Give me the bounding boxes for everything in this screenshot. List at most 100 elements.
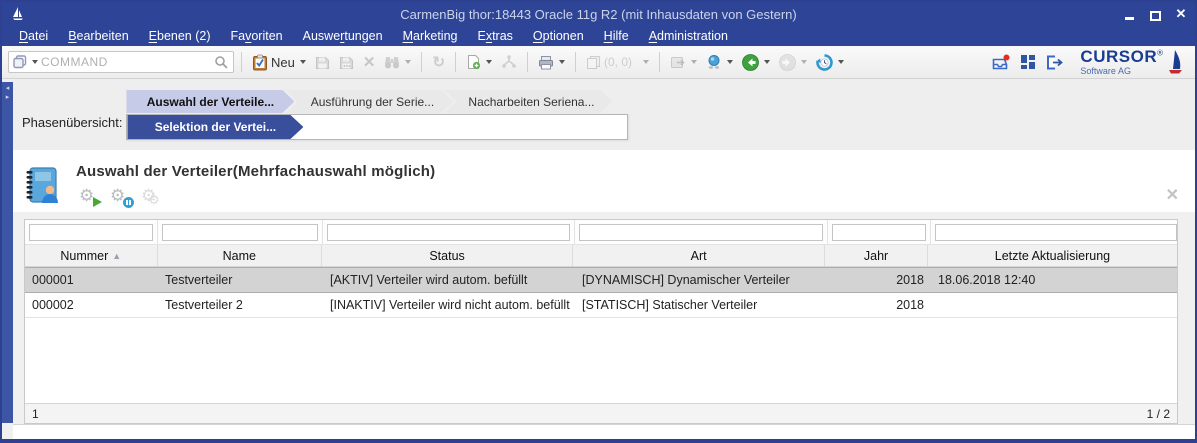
user-context-button[interactable]	[703, 51, 736, 73]
user-dropdown-caret[interactable]	[727, 60, 733, 64]
menu-item-extras[interactable]: Extras	[468, 28, 521, 44]
copies-dropdown-caret[interactable]	[643, 60, 649, 64]
search-icon[interactable]	[214, 55, 229, 70]
gear-double-button[interactable]: ⚙ ⚙	[141, 186, 163, 208]
table-row[interactable]: 000002Testverteiler 2[INAKTIV] Verteiler…	[25, 293, 1177, 318]
table-cell[interactable]: 2018	[828, 268, 931, 292]
column-header-nummer[interactable]: Nummer▲	[25, 245, 158, 266]
table-row[interactable]: 000001Testverteiler[AKTIV] Verteiler wir…	[25, 267, 1177, 293]
column-header-art[interactable]: Art	[573, 245, 825, 266]
filter-cell	[158, 220, 323, 244]
table-cell[interactable]: 18.06.2018 12:40	[931, 268, 1181, 292]
menu-item-favoriten[interactable]: Favoriten	[222, 28, 292, 44]
history-button[interactable]	[813, 51, 847, 74]
back-arrow-icon	[742, 54, 759, 71]
table-cell[interactable]: Testverteiler 2	[158, 293, 323, 317]
neu-button[interactable]: Neu	[249, 51, 309, 74]
history-dropdown-caret[interactable]	[838, 60, 844, 64]
logout-button[interactable]	[1042, 51, 1067, 74]
table-cell[interactable]: 000002	[25, 293, 158, 317]
menu-item-administration[interactable]: Administration	[640, 28, 737, 44]
user-globe-icon	[706, 54, 722, 70]
menu-item-hilfe[interactable]: Hilfe	[595, 28, 638, 44]
filter-input-letzte-aktualisierung[interactable]	[935, 224, 1177, 241]
forward-dropdown-caret[interactable]	[801, 60, 807, 64]
gear-icon: ⚙	[148, 190, 160, 210]
filter-input-jahr[interactable]	[832, 224, 926, 241]
filter-input-name[interactable]	[162, 224, 318, 241]
menu-item-marketing[interactable]: Marketing	[394, 28, 467, 44]
column-header-name[interactable]: Name	[158, 245, 322, 266]
phase-breadcrumb: Auswahl der Verteile...Ausführung der Se…	[126, 90, 628, 113]
workflow-button[interactable]	[498, 52, 520, 72]
verteiler-panel-header: Auswahl der Verteiler(Mehrfachauswahl mö…	[13, 150, 1195, 212]
column-header-status[interactable]: Status	[322, 245, 573, 266]
tiles-button[interactable]	[1017, 51, 1039, 73]
refresh-icon: ↻	[432, 55, 445, 70]
command-input[interactable]	[41, 55, 211, 69]
copies-button[interactable]: (0, 0)	[583, 52, 652, 73]
column-header-jahr[interactable]: Jahr	[825, 245, 928, 266]
filter-input-status[interactable]	[327, 224, 570, 241]
table-cell[interactable]: [DYNAMISCH] Dynamischer Verteiler	[575, 268, 828, 292]
collapse-left-icon[interactable]: ◂	[6, 85, 10, 93]
gear-run-button[interactable]: ⚙	[79, 186, 101, 208]
delete-button[interactable]: ✕	[360, 52, 379, 73]
menu-item-optionen[interactable]: Optionen	[524, 28, 593, 44]
title-bar[interactable]: CarmenBig thor:18443 Oracle 11g R2 (mit …	[2, 2, 1195, 26]
printer-icon	[538, 55, 554, 70]
back-button[interactable]	[739, 51, 773, 74]
export-dropdown-caret[interactable]	[691, 60, 697, 64]
panel-title: Auswahl der Verteiler(Mehrfachauswahl mö…	[76, 163, 435, 180]
filter-input-nummer[interactable]	[29, 224, 153, 241]
cursor-logo: CURSOR® Software AG	[1080, 48, 1185, 76]
minimize-button[interactable]	[1121, 8, 1137, 21]
filter-cell	[828, 220, 931, 244]
menu-item-datei[interactable]: Datei	[10, 28, 57, 44]
subphase-arrow[interactable]: Selektion der Vertei...	[127, 115, 303, 139]
sidebar-collapse-strip[interactable]: ◂ ▸	[2, 82, 13, 423]
save-button[interactable]	[312, 52, 333, 73]
table-cell[interactable]: 2018	[828, 293, 931, 317]
new-document-button[interactable]	[463, 51, 495, 73]
table-cell[interactable]: [STATISCH] Statischer Verteiler	[575, 293, 828, 317]
inbox-button[interactable]	[988, 51, 1014, 74]
find-dropdown-caret[interactable]	[405, 60, 411, 64]
gear-pause-button[interactable]: ⚙	[110, 186, 132, 208]
save-all-button[interactable]	[336, 52, 357, 73]
filter-input-art[interactable]	[579, 224, 823, 241]
print-dropdown-caret[interactable]	[559, 60, 565, 64]
table-cell[interactable]	[931, 293, 1181, 317]
table-cell[interactable]: 000001	[25, 268, 158, 292]
menu-item-bearbeiten[interactable]: Bearbeiten	[59, 28, 137, 44]
print-button[interactable]	[535, 52, 568, 73]
neu-dropdown-caret[interactable]	[300, 60, 306, 64]
command-dropdown-caret[interactable]	[32, 60, 38, 64]
phase-arrow[interactable]: Auswahl der Verteile...	[126, 90, 294, 113]
phase-arrow[interactable]: Nacharbeiten Seriena...	[444, 90, 612, 113]
back-dropdown-caret[interactable]	[764, 60, 770, 64]
table-cell[interactable]: [INAKTIV] Verteiler wird nicht autom. be…	[323, 293, 575, 317]
forward-button[interactable]	[776, 51, 810, 74]
panel-close-icon[interactable]: ✕	[1166, 188, 1179, 204]
find-button[interactable]	[381, 52, 414, 72]
column-header-letzte-aktualisierung[interactable]: Letzte Aktualisierung	[928, 245, 1177, 266]
maximize-button[interactable]	[1147, 8, 1163, 21]
table-cell[interactable]: [AKTIV] Verteiler wird autom. befüllt	[323, 268, 575, 292]
refresh-button[interactable]: ↻	[429, 52, 448, 73]
close-button[interactable]: ✕	[1173, 8, 1189, 21]
command-combo[interactable]	[8, 51, 234, 73]
phase-overview-section: Phasenübersicht: Auswahl der Verteile...…	[13, 79, 1195, 150]
status-bar	[13, 424, 1195, 439]
export-button[interactable]	[667, 52, 700, 73]
menu-item-ebenen-2-[interactable]: Ebenen (2)	[140, 28, 220, 44]
menu-bar: DateiBearbeitenEbenen (2)FavoritenAuswer…	[2, 26, 1195, 46]
table-cell[interactable]: Testverteiler	[158, 268, 323, 292]
expand-right-icon[interactable]: ▸	[6, 94, 10, 102]
menu-item-auswertungen[interactable]: Auswertungen	[294, 28, 392, 44]
phase-arrow[interactable]: Ausführung der Serie...	[285, 90, 453, 113]
brand-sailboat-icon	[1165, 49, 1185, 75]
toolbar: Neu ✕	[2, 46, 1195, 79]
new-document-dropdown-caret[interactable]	[486, 60, 492, 64]
brand-name: CURSOR	[1080, 47, 1157, 66]
